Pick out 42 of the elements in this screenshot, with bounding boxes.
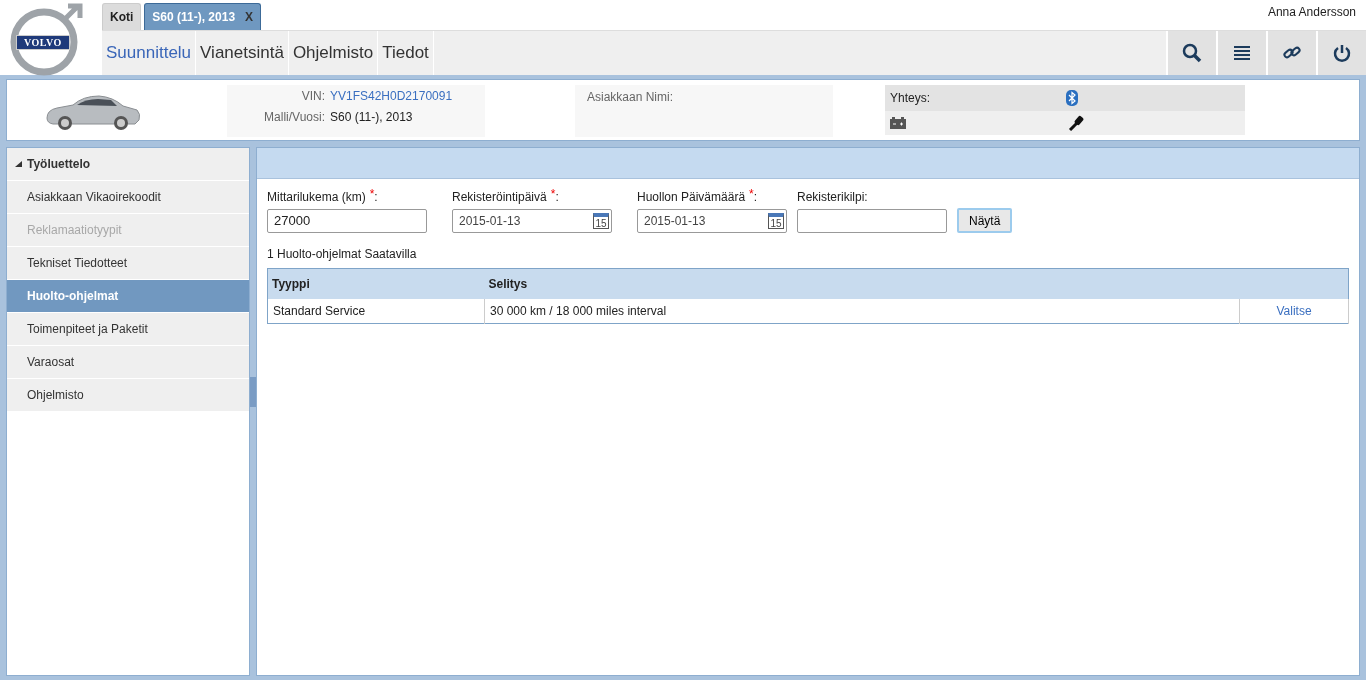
select-link[interactable]: Valitse bbox=[1276, 304, 1312, 318]
connection-label: Yhteys: bbox=[890, 91, 932, 105]
list-icon bbox=[1232, 43, 1252, 63]
collapse-triangle-icon[interactable] bbox=[15, 161, 22, 167]
calendar-icon[interactable]: 15 bbox=[768, 213, 784, 229]
search-button[interactable] bbox=[1166, 31, 1216, 75]
close-tab-button[interactable]: X bbox=[245, 10, 254, 24]
tab[interactable]: Koti bbox=[102, 3, 142, 30]
input-field[interactable] bbox=[797, 209, 947, 233]
search-icon bbox=[1182, 43, 1202, 63]
table-cell: 30 000 km / 18 000 miles interval bbox=[484, 299, 1240, 324]
customer-name-label: Asiakkaan Nimi: bbox=[587, 90, 674, 104]
show-button[interactable]: Näytä bbox=[957, 208, 1013, 233]
bluetooth-icon bbox=[1066, 90, 1078, 106]
sidebar-item[interactable]: Asiakkaan Vikaoirekoodit bbox=[7, 181, 249, 214]
table-cell: Standard Service bbox=[267, 299, 485, 324]
tab[interactable]: S60 (11-), 2013 X bbox=[144, 3, 262, 30]
input-field[interactable]: 27000 bbox=[267, 209, 427, 233]
sidebar-item[interactable]: Varaosat bbox=[7, 346, 249, 379]
date-field[interactable]: 2015-01-13 15 bbox=[637, 209, 787, 233]
vin-link[interactable]: YV1FS42H0D2170091 bbox=[330, 89, 453, 103]
calendar-icon[interactable]: 15 bbox=[593, 213, 609, 229]
battery-icon bbox=[890, 117, 906, 129]
sidebar-item[interactable]: Toimenpiteet ja Paketit bbox=[7, 313, 249, 346]
model-value: S60 (11-), 2013 bbox=[330, 110, 413, 124]
power-button[interactable] bbox=[1316, 31, 1366, 75]
sidebar-header[interactable]: Työluettelo bbox=[27, 157, 91, 171]
column-header: Tyyppi bbox=[267, 268, 485, 299]
user-name: Anna Andersson bbox=[1267, 5, 1356, 19]
vin-label: VIN: bbox=[300, 89, 325, 103]
menu-button[interactable] bbox=[1216, 31, 1266, 75]
model-label: Malli/Vuosi: bbox=[263, 110, 325, 124]
date-field[interactable]: 2015-01-13 15 bbox=[452, 209, 612, 233]
results-summary: 1 Huolto-ohjelmat Saatavilla bbox=[267, 247, 418, 261]
power-icon bbox=[1332, 43, 1352, 63]
field-label: Rekisterikilpi: bbox=[797, 190, 869, 204]
sidebar-item[interactable]: Ohjelmisto bbox=[7, 379, 249, 412]
link-button[interactable] bbox=[1266, 31, 1316, 75]
key-icon bbox=[1068, 115, 1084, 131]
sidebar-item[interactable]: Tekniset Tiedotteet bbox=[7, 247, 249, 280]
column-header: Selitys bbox=[484, 268, 1240, 299]
collapse-handle[interactable] bbox=[250, 377, 256, 407]
